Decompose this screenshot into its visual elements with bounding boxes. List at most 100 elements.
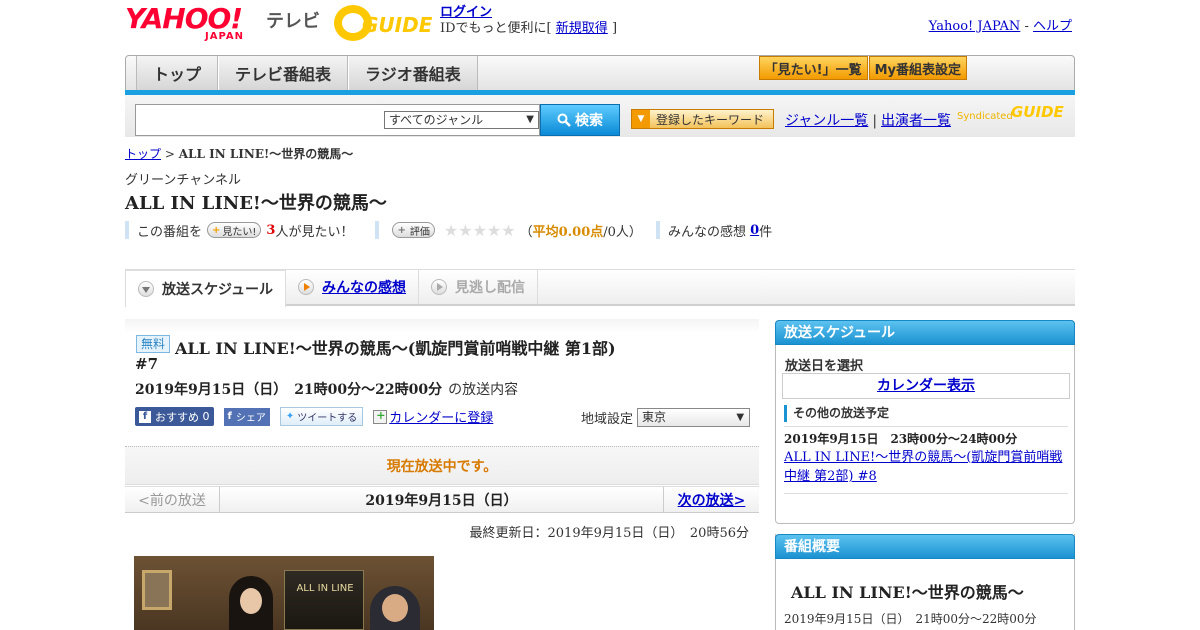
watchlist-button[interactable]: 「見たい!」一覧 bbox=[758, 56, 868, 80]
picture-frame bbox=[142, 570, 172, 610]
guest-face bbox=[382, 594, 408, 622]
search-button[interactable]: 検索 bbox=[540, 104, 620, 136]
syndicated-gguide-logo: Syndicated GUIDE bbox=[957, 101, 1075, 127]
syndicated-label: Syndicated bbox=[957, 111, 1013, 122]
free-badge: 無料 bbox=[136, 335, 170, 353]
tweet-button[interactable]: ✦ ツイートする bbox=[279, 407, 364, 426]
impressions-label: みんなの感想 bbox=[667, 224, 746, 240]
region-setting: 地域設定 東京 ▼ bbox=[581, 408, 751, 427]
divider bbox=[784, 493, 1068, 494]
region-select[interactable]: 東京 ▼ bbox=[637, 408, 751, 427]
twitter-bird-icon: ✦ bbox=[285, 411, 295, 422]
help-link[interactable]: ヘルプ bbox=[1033, 19, 1072, 34]
facebook-icon: f bbox=[227, 411, 232, 422]
sidebar-schedule-heading: 放送スケジュール bbox=[775, 320, 1075, 345]
nav-tab-radio-schedule[interactable]: ラジオ番組表 bbox=[348, 56, 478, 90]
nav-tab-tv-schedule[interactable]: テレビ番組表 bbox=[218, 56, 349, 90]
nav-tab-top[interactable]: トップ bbox=[136, 56, 219, 90]
plus-icon: + bbox=[212, 224, 221, 236]
gguide-logo[interactable]: GUIDE bbox=[334, 5, 434, 41]
other-broadcasts-heading: その他の放送予定 bbox=[784, 405, 1068, 422]
yahoo-japan-logo[interactable]: YAHOO! JAPAN bbox=[125, 5, 261, 43]
broadcast-pager: <前の放送 2019年9月15日（日） 次の放送> bbox=[125, 486, 759, 513]
sidebar-schedule: 放送スケジュール 放送日を選択 カレンダー表示 その他の放送予定 2019年9月… bbox=[775, 320, 1075, 524]
impressions-unit: 件 bbox=[759, 224, 773, 240]
want-group: この番組を + 見たい! 3 人が見たい！ bbox=[125, 221, 354, 240]
program-meta-row: この番組を + 見たい! 3 人が見たい！ + 評価 ★★★★★ （平均0.00点/0… bbox=[125, 220, 786, 240]
select-date-label: 放送日を選択 bbox=[785, 359, 864, 374]
chevron-down-icon: ▼ bbox=[736, 412, 745, 423]
calendar-link-label: カレンダーに登録 bbox=[389, 411, 494, 426]
breadcrumb-top-link[interactable]: トップ bbox=[125, 147, 161, 161]
host-face bbox=[240, 588, 262, 614]
genre-select[interactable]: すべてのジャンル ▼ bbox=[384, 111, 539, 129]
login-tagline: IDでもっと便利に[ bbox=[440, 21, 552, 36]
facebook-recommend-button[interactable]: f おすすめ 0 bbox=[135, 407, 214, 426]
other-broadcast-link[interactable]: ALL IN LINE!～世界の競馬～(凱旋門賞前哨戦中継 第2部) #8 bbox=[784, 450, 1062, 484]
genre-list-link[interactable]: ジャンル一覧 bbox=[785, 113, 868, 129]
tv-logo[interactable]: テレビ bbox=[266, 7, 320, 33]
performer-list-link[interactable]: 出演者一覧 bbox=[881, 113, 951, 129]
program-tabs: 放送スケジュール みんなの感想 見逃し配信 bbox=[125, 269, 1075, 307]
program-image: ALL IN LINE bbox=[134, 556, 434, 630]
triangle-down-icon: ▼ bbox=[632, 110, 650, 128]
tab-impressions-link[interactable]: みんなの感想 bbox=[322, 277, 406, 297]
broadcast-datetime-value: 2019年9月15日（日） 21時00分～22時00分 bbox=[135, 382, 443, 398]
summary-title: ALL IN LINE!～世界の競馬～ bbox=[791, 583, 1024, 602]
region-select-value: 東京 bbox=[642, 410, 667, 424]
region-label: 地域設定 bbox=[581, 412, 634, 427]
fb-recommend-count: 0 bbox=[202, 410, 210, 423]
sidebar-summary-heading: 番組概要 bbox=[775, 534, 1075, 559]
genre-select-value: すべてのジャンル bbox=[389, 113, 484, 127]
yahoo-japan-link[interactable]: Yahoo! JAPAN bbox=[929, 19, 1021, 34]
header-separator: - bbox=[1024, 19, 1029, 34]
calendar-display-link[interactable]: カレンダー表示 bbox=[877, 378, 975, 394]
broadcast-datetime-suffix: の放送内容 bbox=[448, 382, 519, 398]
calendar-display-button[interactable]: カレンダー表示 bbox=[782, 373, 1070, 399]
other-broadcast-time: 2019年9月15日 23時00分～24時00分 bbox=[784, 432, 1018, 446]
social-row: fおすすめ 0 fシェア ✦ツイートする カレンダーに登録 bbox=[135, 407, 493, 426]
tab-label: 見逃し配信 bbox=[455, 280, 526, 296]
live-status-bar: 現在放送中です。 bbox=[125, 447, 759, 485]
fb-recommend-label: おすすめ bbox=[155, 410, 199, 424]
page-title: ALL IN LINE!～世界の競馬～ bbox=[125, 193, 387, 214]
search-links: ジャンル一覧 | 出演者一覧 bbox=[785, 110, 951, 130]
want-suffix: 人が見たい！ bbox=[275, 224, 354, 240]
main-nav: トップ テレビ番組表 ラジオ番組表 「見たい!」一覧 My番組表設定 bbox=[125, 55, 1075, 93]
plus-icon: + bbox=[397, 224, 406, 236]
fb-share-label: シェア bbox=[235, 413, 266, 424]
logo-panel: ALL IN LINE bbox=[284, 570, 364, 630]
want-button[interactable]: + 見たい! bbox=[207, 222, 262, 238]
rate-button[interactable]: + 評価 bbox=[392, 222, 435, 238]
sidebar-summary: 番組概要 ALL IN LINE!～世界の競馬～ 2019年9月15日（日） 2… bbox=[775, 534, 1075, 630]
rating-group: + 評価 ★★★★★ （平均0.00点/0人） bbox=[375, 220, 642, 240]
gguide-logo-text: GUIDE bbox=[362, 13, 433, 37]
registered-keyword-button[interactable]: ▼ 登録したキーワード bbox=[631, 109, 774, 129]
impressions-count-link[interactable]: 0 bbox=[750, 223, 759, 238]
next-broadcast-link[interactable]: 次の放送> bbox=[678, 490, 746, 510]
tweet-label: ツイートする bbox=[297, 413, 358, 424]
current-broadcast-date: 2019年9月15日（日） bbox=[365, 492, 518, 509]
signup-link[interactable]: 新規取得 bbox=[556, 21, 608, 36]
rate-button-label: 評価 bbox=[409, 226, 430, 238]
search-icon bbox=[557, 113, 571, 127]
impressions-group: みんなの感想 0件 bbox=[655, 221, 773, 240]
my-schedule-button[interactable]: My番組表設定 bbox=[868, 56, 967, 80]
login-link[interactable]: ログイン bbox=[440, 5, 492, 20]
logo-sub-text: JAPAN bbox=[205, 31, 244, 42]
add-to-calendar-link[interactable]: カレンダーに登録 bbox=[373, 407, 493, 426]
keyword-button-label: 登録したキーワード bbox=[656, 112, 765, 127]
breadcrumb: トップ > ALL IN LINE!～世界の競馬～ bbox=[125, 145, 353, 162]
tab-broadcast-schedule[interactable]: 放送スケジュール bbox=[125, 270, 287, 307]
broadcast-datetime: 2019年9月15日（日） 21時00分～22時00分 の放送内容 bbox=[135, 379, 518, 399]
prev-broadcast: <前の放送 bbox=[125, 487, 220, 512]
header-links: Yahoo! JAPAN - ヘルプ bbox=[929, 15, 1072, 34]
facebook-icon: f bbox=[139, 410, 151, 423]
link-separator: | bbox=[872, 113, 878, 129]
tab-impressions[interactable]: みんなの感想 bbox=[286, 270, 420, 304]
divider bbox=[784, 426, 1068, 427]
login-area: ログイン IDでもっと便利に[ 新規取得 ] bbox=[440, 5, 617, 37]
star-rating: ★★★★★ bbox=[443, 220, 516, 240]
tab-label: 放送スケジュール bbox=[162, 282, 274, 298]
facebook-share-button[interactable]: f シェア bbox=[223, 407, 270, 426]
